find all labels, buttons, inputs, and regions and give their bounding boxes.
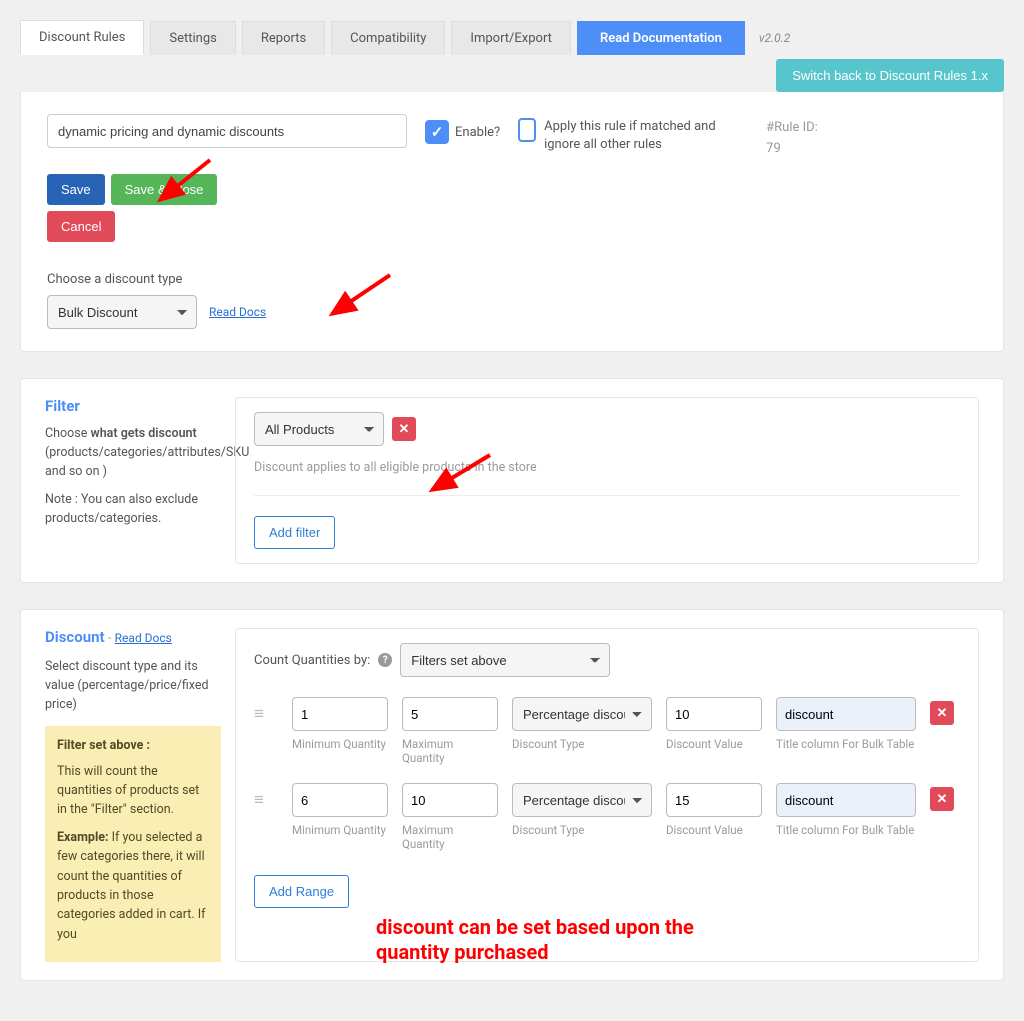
range-row: ≡ Minimum Quantity Maximum Quantity Perc… <box>254 783 960 851</box>
max-qty-label: Maximum Quantity <box>402 823 498 851</box>
title-column-label: Title column For Bulk Table <box>776 823 916 837</box>
discount-type-row-label: Discount Type <box>512 737 652 751</box>
title-column-input[interactable] <box>776 783 916 817</box>
drag-handle-icon[interactable]: ≡ <box>254 783 278 810</box>
tab-import-export[interactable]: Import/Export <box>451 21 571 55</box>
tab-settings[interactable]: Settings <box>150 21 235 55</box>
tabs-bar: Discount Rules Settings Reports Compatib… <box>20 20 1004 92</box>
filter-type-select[interactable]: All Products <box>254 412 384 446</box>
cancel-button[interactable]: Cancel <box>47 211 115 242</box>
filter-block: Filter Choose what gets discount (produc… <box>20 378 1004 583</box>
discount-type-select[interactable]: Bulk Discount <box>47 295 197 329</box>
min-qty-input[interactable] <box>292 783 388 817</box>
ignore-others-checkbox[interactable] <box>518 118 536 142</box>
filter-remove-button[interactable]: ✕ <box>392 417 416 441</box>
filter-note: Note : You can also exclude products/cat… <box>45 491 221 529</box>
ignore-others-label: Apply this rule if matched and ignore al… <box>544 118 748 154</box>
range-remove-button[interactable]: ✕ <box>930 787 954 811</box>
tab-compatibility[interactable]: Compatibility <box>331 21 445 55</box>
discount-helpbox: Filter set above : This will count the q… <box>45 726 221 962</box>
discount-help: Select discount type and its value (perc… <box>45 658 221 714</box>
discount-value-label: Discount Value <box>666 823 762 837</box>
discount-type-row-label: Discount Type <box>512 823 652 837</box>
discount-type-row-select[interactable]: Percentage discount <box>512 783 652 817</box>
annotation-text: discount can be set based upon the quant… <box>376 915 756 965</box>
min-qty-input[interactable] <box>292 697 388 731</box>
enable-label: Enable? <box>455 125 500 140</box>
add-filter-button[interactable]: Add filter <box>254 516 335 549</box>
discount-value-label: Discount Value <box>666 737 762 751</box>
filter-help: Choose what gets discount (products/cate… <box>45 425 221 481</box>
title-column-input[interactable] <box>776 697 916 731</box>
save-button[interactable]: Save <box>47 174 105 205</box>
version-label: v2.0.2 <box>759 31 790 45</box>
tab-discount-rules[interactable]: Discount Rules <box>20 20 144 55</box>
filter-applies-text: Discount applies to all eligible product… <box>254 460 960 475</box>
rule-id: #Rule ID: 79 <box>766 120 818 156</box>
min-qty-label: Minimum Quantity <box>292 737 388 751</box>
discount-value-input[interactable] <box>666 697 762 731</box>
filter-title: Filter <box>45 397 221 415</box>
rule-header-panel: ✓ Enable? Apply this rule if matched and… <box>20 92 1004 352</box>
range-remove-button[interactable]: ✕ <box>930 701 954 725</box>
discount-block: Discount - Read Docs Select discount typ… <box>20 609 1004 981</box>
discount-value-input[interactable] <box>666 783 762 817</box>
drag-handle-icon[interactable]: ≡ <box>254 697 278 724</box>
enable-checkbox[interactable]: ✓ <box>425 120 449 144</box>
rule-name-input[interactable] <box>47 114 407 148</box>
save-close-button[interactable]: Save & Close <box>111 174 218 205</box>
divider <box>254 495 960 496</box>
max-qty-input[interactable] <box>402 783 498 817</box>
tab-reports[interactable]: Reports <box>242 21 325 55</box>
title-column-label: Title column For Bulk Table <box>776 737 916 751</box>
tab-read-documentation[interactable]: Read Documentation <box>577 21 745 55</box>
help-icon[interactable]: ? <box>378 653 392 667</box>
min-qty-label: Minimum Quantity <box>292 823 388 837</box>
discount-docs-link[interactable]: Read Docs <box>115 631 172 645</box>
count-quantities-select[interactable]: Filters set above <box>400 643 610 677</box>
add-range-button[interactable]: Add Range <box>254 875 349 908</box>
discount-type-row-select[interactable]: Percentage discount <box>512 697 652 731</box>
discount-type-label: Choose a discount type <box>47 272 977 287</box>
discount-title: Discount <box>45 628 105 646</box>
count-quantities-label: Count Quantities by: <box>254 653 370 668</box>
discount-type-docs-link[interactable]: Read Docs <box>209 305 266 319</box>
max-qty-label: Maximum Quantity <box>402 737 498 765</box>
range-row: ≡ Minimum Quantity Maximum Quantity Perc… <box>254 697 960 765</box>
switch-back-button[interactable]: Switch back to Discount Rules 1.x <box>776 59 1004 92</box>
max-qty-input[interactable] <box>402 697 498 731</box>
